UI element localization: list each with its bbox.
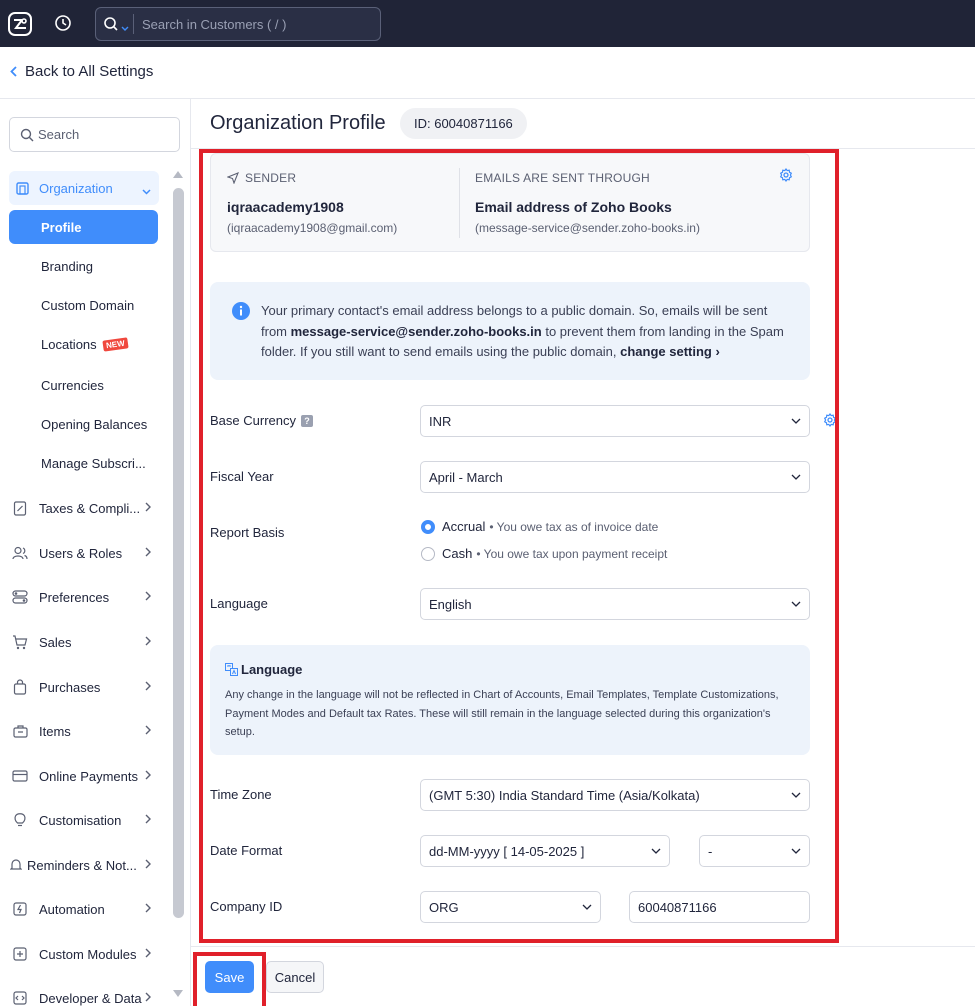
- chevron-right-icon: [145, 770, 151, 780]
- preferences-icon: [9, 590, 31, 604]
- chevron-right-icon: [145, 948, 151, 958]
- search-icon: [20, 128, 34, 142]
- sidebar-scrollbar[interactable]: [172, 169, 184, 1004]
- sidebar-item-label: Currencies: [41, 377, 104, 393]
- highlight-frame-save: [193, 952, 266, 1006]
- chevron-right-icon: [145, 992, 151, 1002]
- code-icon: [9, 991, 31, 1005]
- sidebar-item-currencies[interactable]: Currencies: [9, 368, 158, 402]
- sidebar-item-label: Locations: [41, 336, 97, 352]
- bulb-icon: [9, 812, 31, 828]
- bell-icon: [9, 858, 23, 872]
- app-logo-icon[interactable]: [7, 11, 33, 37]
- new-badge: NEW: [102, 336, 128, 352]
- top-bar: [0, 0, 975, 47]
- sidebar-search-input[interactable]: [38, 118, 173, 151]
- search-icon[interactable]: [103, 16, 119, 35]
- sidebar-item-label: Items: [39, 723, 71, 739]
- chevron-right-icon: [145, 681, 151, 691]
- lightning-icon: [9, 902, 31, 916]
- organization-id-badge: ID: 60040871166: [400, 108, 527, 139]
- footer-divider: [191, 946, 975, 947]
- modules-icon: [9, 947, 31, 961]
- sidebar-item-custom-domain[interactable]: Custom Domain: [9, 288, 158, 322]
- scroll-down-icon[interactable]: [172, 989, 184, 999]
- sidebar-item-preferences[interactable]: Preferences: [9, 582, 159, 612]
- back-row: Back to All Settings: [0, 47, 975, 99]
- sidebar-item-organization[interactable]: Organization: [9, 171, 159, 205]
- sidebar-item-label: Custom Domain: [41, 297, 135, 313]
- sidebar-item-items[interactable]: Items: [9, 716, 159, 746]
- sidebar-item-label: Profile: [41, 219, 82, 235]
- back-link-label: Back to All Settings: [25, 63, 154, 80]
- sidebar-item-label: Opening Balances: [41, 416, 148, 432]
- chevron-right-icon: [145, 502, 151, 512]
- sidebar-item-reminders[interactable]: Reminders & Not...: [9, 850, 159, 880]
- items-icon: [9, 724, 31, 738]
- sidebar-item-label: Organization: [39, 180, 113, 196]
- chevron-left-icon: [10, 66, 17, 77]
- scrollbar-thumb[interactable]: [173, 188, 184, 918]
- users-icon: [9, 546, 31, 560]
- global-search-input[interactable]: [142, 8, 372, 40]
- scroll-up-icon[interactable]: [172, 169, 184, 179]
- search-divider: [133, 14, 134, 34]
- sidebar-item-label: Users & Roles: [39, 545, 123, 561]
- sidebar-item-branding[interactable]: Branding: [9, 249, 158, 283]
- sidebar-item-users-roles[interactable]: Users & Roles: [9, 538, 159, 568]
- highlight-frame-form: [199, 149, 839, 943]
- cancel-button[interactable]: Cancel: [266, 961, 324, 993]
- sidebar-item-label: Sales: [39, 634, 72, 650]
- sidebar-item-label: Reminders & Not...: [27, 857, 137, 873]
- settings-sidebar: Organization Profile Branding Custom Dom…: [0, 99, 191, 1006]
- sidebar-item-label: Online Payments: [39, 768, 138, 784]
- sidebar-item-manage-subscription[interactable]: Manage Subscri...: [9, 446, 158, 480]
- chevron-right-icon: [145, 859, 151, 869]
- chevron-right-icon: [145, 636, 151, 646]
- chevron-right-icon: [145, 547, 151, 557]
- sidebar-item-online-payments[interactable]: Online Payments: [9, 761, 159, 791]
- sidebar-item-label: Purchases: [39, 679, 101, 695]
- sidebar-item-label: Manage Subscri...: [41, 455, 146, 471]
- sidebar-item-purchases[interactable]: Purchases: [9, 672, 159, 702]
- sidebar-item-customisation[interactable]: Customisation: [9, 805, 159, 835]
- chevron-down-icon: [142, 183, 151, 198]
- sidebar-item-custom-modules[interactable]: Custom Modules: [9, 939, 159, 969]
- chevron-right-icon: [145, 591, 151, 601]
- global-search[interactable]: [95, 7, 381, 41]
- chevron-right-icon: [145, 903, 151, 913]
- bag-icon: [9, 679, 31, 695]
- page-title: Organization Profile: [210, 112, 386, 134]
- sidebar-item-locations[interactable]: Locations NEW: [9, 327, 158, 361]
- tax-icon: [9, 500, 31, 516]
- back-to-settings-link[interactable]: Back to All Settings: [10, 63, 153, 80]
- sidebar-item-label: Customisation: [39, 812, 122, 828]
- sidebar-item-sales[interactable]: Sales: [9, 627, 159, 657]
- sidebar-item-label: Automation: [39, 901, 105, 917]
- sidebar-item-label: Branding: [41, 258, 94, 274]
- sidebar-item-profile[interactable]: Profile: [9, 210, 158, 244]
- card-icon: [9, 770, 31, 782]
- sidebar-item-automation[interactable]: Automation: [9, 894, 159, 924]
- sidebar-search[interactable]: [9, 117, 180, 152]
- chevron-down-icon[interactable]: [121, 20, 129, 35]
- history-icon[interactable]: [53, 13, 73, 33]
- cart-icon: [9, 634, 31, 650]
- sidebar-item-taxes[interactable]: Taxes & Compli...: [9, 493, 159, 523]
- sidebar-item-developer-data[interactable]: Developer & Data: [9, 983, 159, 1006]
- sidebar-item-opening-balances[interactable]: Opening Balances: [9, 407, 158, 441]
- sidebar-item-label: Taxes & Compli...: [39, 500, 141, 516]
- sidebar-item-label: Preferences: [39, 589, 110, 605]
- building-icon: [15, 180, 31, 196]
- chevron-right-icon: [145, 814, 151, 824]
- sidebar-item-label: Developer & Data: [39, 990, 142, 1006]
- sidebar-item-label: Custom Modules: [39, 946, 137, 962]
- chevron-right-icon: [145, 725, 151, 735]
